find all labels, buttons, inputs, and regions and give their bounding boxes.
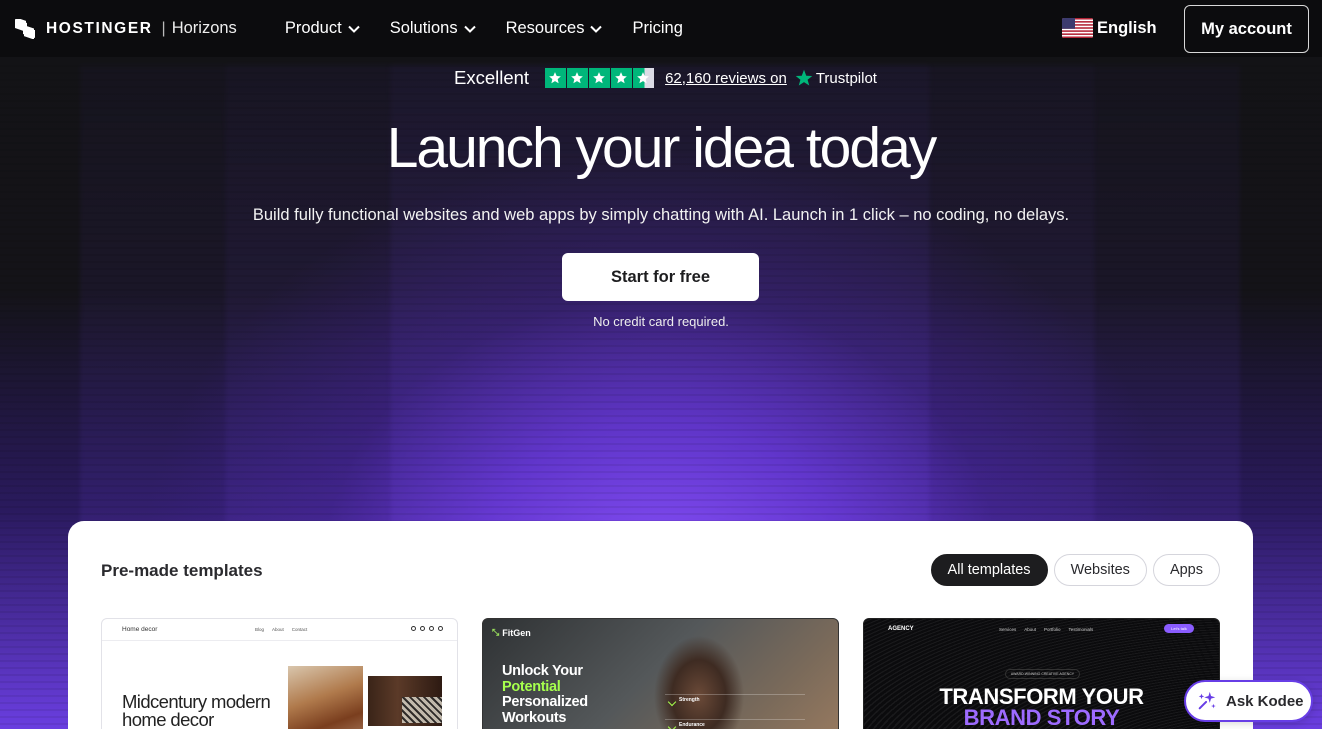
rating-label: Excellent (454, 67, 530, 88)
rating-stars (545, 67, 655, 89)
template-preview-links: Blog About Contact (255, 627, 307, 632)
template-link: Contact (291, 627, 308, 632)
template-link: Services (999, 627, 1017, 632)
nav-resources-label: Resources (505, 19, 585, 37)
ask-kodee-label: Ask Kodee (1226, 692, 1304, 710)
template-heading-highlight: BRAND STORY (963, 705, 1120, 729)
ask-kodee-button[interactable]: Ask Kodee (1184, 680, 1313, 722)
kodee-sparkle-icon (1198, 691, 1216, 710)
template-brand-label: FitGen (502, 627, 531, 638)
trustpilot-rating: Excellent 62,160 reviews on Trustpilot (454, 67, 877, 89)
template-heading: Unlock Your Potential Personalized Worko… (502, 663, 588, 726)
filter-websites[interactable]: Websites (1053, 554, 1147, 586)
template-badge: AWARD-WINNING CREATIVE AGENCY (1005, 669, 1080, 679)
template-card-home-decor[interactable]: Home decor Blog About Contact Midcentury… (101, 618, 458, 729)
athlete-image (633, 619, 753, 729)
template-brand: Home decor (122, 626, 158, 633)
template-brand: AGENCY (888, 626, 914, 632)
hostinger-logo-icon (15, 18, 35, 39)
cta-note: No credit card required. (593, 314, 729, 329)
template-heading: Midcentury modern home decor (122, 692, 271, 729)
filter-all-templates[interactable]: All templates (930, 554, 1048, 586)
start-for-free-button[interactable]: Start for free (562, 253, 759, 301)
template-heading-line: TRANSFORM YOUR (939, 684, 1144, 709)
template-filters: All templates Websites Apps (925, 554, 1220, 586)
reviews-link[interactable]: 62,160 reviews on (665, 70, 787, 87)
us-flag-icon (1062, 18, 1093, 38)
logo-subbrand: Horizons (171, 19, 237, 37)
half-star-icon (633, 67, 654, 89)
templates-panel: Pre-made templates All templates Website… (68, 521, 1253, 729)
star-icon (567, 67, 588, 89)
star-icon (545, 67, 566, 89)
trustpilot-brand-label: Trustpilot (815, 69, 877, 87)
template-card-agency[interactable]: AGENCY Services About Portfolio Testimon… (863, 618, 1220, 729)
template-link: Portfolio (1044, 627, 1061, 632)
templates-title: Pre-made templates (101, 561, 263, 580)
chair-image (402, 697, 442, 723)
nav-pricing[interactable]: Pricing (632, 19, 682, 38)
nav-pricing-label: Pricing (632, 19, 683, 37)
language-label: English (1097, 18, 1157, 37)
template-cta-pill: Let's talk (1164, 624, 1194, 633)
living-room-image (288, 666, 363, 729)
template-heading-line: Personalized (502, 694, 588, 710)
template-link: Blog (255, 627, 265, 632)
fitgen-logo-icon: ⤡ (492, 627, 500, 637)
nav-solutions[interactable]: Solutions (390, 19, 476, 38)
template-link: Testimonials (1068, 627, 1094, 632)
star-icon (589, 67, 610, 89)
nav-product[interactable]: Product (285, 19, 360, 38)
logo-text: HOSTINGER (46, 19, 153, 37)
nav-resources[interactable]: Resources (506, 19, 603, 38)
template-brand: ⤡ FitGen (492, 627, 531, 638)
nav-solutions-label: Solutions (389, 19, 458, 37)
language-selector[interactable]: English (1062, 18, 1157, 38)
template-stat-label: Strength (679, 697, 700, 703)
chevron-down-icon (590, 25, 603, 33)
template-preview-navbar: Home decor Blog About Contact (102, 619, 457, 641)
template-heading-line: Workouts (502, 709, 567, 726)
trustpilot-brand: Trustpilot (795, 69, 877, 87)
my-account-button[interactable]: My account (1184, 5, 1309, 53)
star-icon (611, 67, 632, 89)
template-link: About (1024, 627, 1037, 632)
logo-separator: | (161, 19, 166, 37)
template-heading-line: home decor (122, 709, 214, 729)
template-stat: Endurance (665, 719, 805, 729)
main-nav: Product Solutions Resources Pricing (285, 19, 713, 38)
hero-subtitle: Build fully functional websites and web … (252, 206, 1070, 224)
template-heading: TRANSFORM YOUR BRAND STORY (864, 684, 1219, 729)
template-stat-label: Endurance (679, 722, 705, 728)
hostinger-logo[interactable]: HOSTINGER | Horizons (14, 18, 237, 39)
template-stat: Strength (665, 694, 805, 712)
template-preview-icons (411, 626, 443, 631)
nav-product-label: Product (284, 19, 342, 37)
template-heading-line: Unlock Your (502, 663, 583, 679)
trustpilot-star-icon (795, 69, 813, 86)
top-navbar: HOSTINGER | Horizons Product Solutions R… (0, 0, 1322, 57)
template-link: About (272, 627, 284, 632)
template-preview-links: Services About Portfolio Testimonials (999, 627, 1093, 632)
chevron-down-icon (347, 25, 360, 33)
chevron-down-icon (463, 25, 476, 33)
template-card-fitgen[interactable]: ⤡ FitGen Unlock Your Potential Personali… (482, 618, 839, 729)
filter-apps[interactable]: Apps (1152, 554, 1220, 586)
template-heading-highlight: Potential (502, 678, 561, 695)
hero-title: Launch your idea today (386, 116, 938, 180)
